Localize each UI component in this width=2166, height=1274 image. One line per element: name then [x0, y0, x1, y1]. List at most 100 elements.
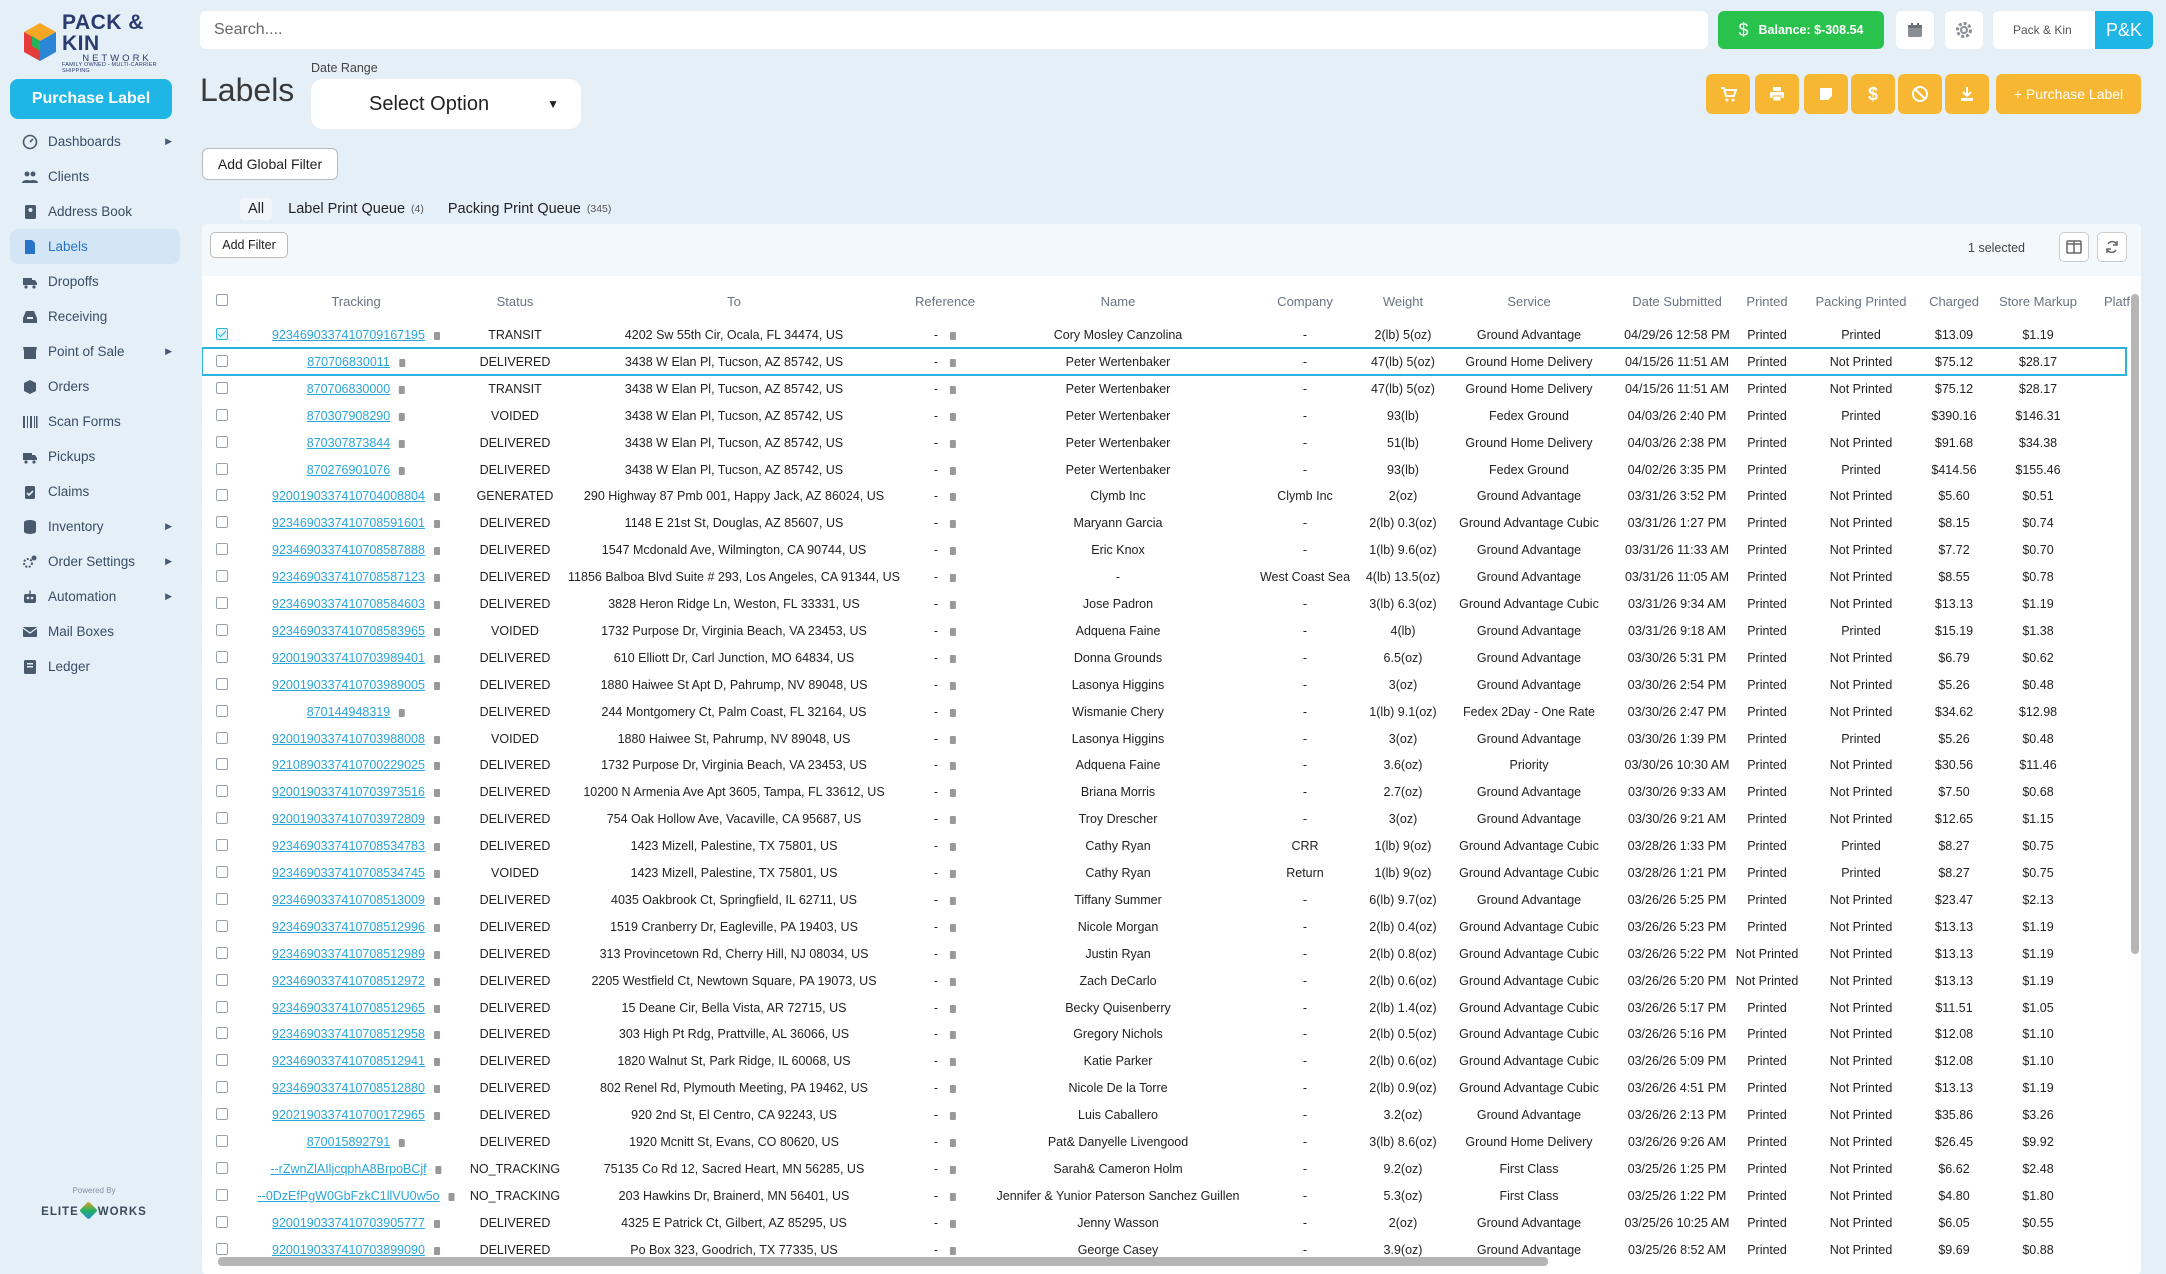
table-row[interactable]: 870015892791 DELIVERED 1920 Mcnitt St, Eva… [202, 1128, 2126, 1155]
copy-icon[interactable] [950, 950, 957, 959]
tracking-link[interactable]: 9234690337410708512989 [272, 947, 425, 961]
column-header[interactable]: Name [1101, 294, 1136, 309]
tracking-link[interactable]: 870144948319 [307, 705, 390, 719]
table-row[interactable]: 9234690337410708584603 DELIVERED 3828 Hero… [202, 590, 2126, 617]
column-header[interactable]: Printed [1746, 294, 1787, 309]
copy-icon[interactable] [950, 332, 957, 340]
copy-icon[interactable] [399, 385, 406, 394]
copy-icon[interactable] [433, 574, 440, 583]
copy-icon[interactable] [950, 762, 957, 771]
row-checkbox[interactable] [216, 973, 228, 986]
balance-button[interactable]: $ Balance: $-308.54 [1718, 11, 1884, 49]
copy-icon[interactable] [950, 547, 957, 556]
columns-button[interactable] [2059, 232, 2089, 262]
row-checkbox[interactable] [216, 570, 228, 583]
row-checkbox[interactable] [216, 623, 228, 636]
copy-icon[interactable] [433, 977, 440, 986]
copy-icon[interactable] [433, 870, 440, 878]
copy-icon[interactable] [433, 520, 440, 529]
table-row[interactable]: 9234690337410708512972 DELIVERED 2205 West… [202, 967, 2126, 994]
row-checkbox[interactable] [216, 1027, 228, 1040]
row-checkbox[interactable] [216, 1135, 228, 1147]
tracking-link[interactable]: 9234690337410708591601 [272, 516, 425, 530]
table-row[interactable]: 870706830011 DELIVERED 3438 W Elan Pl, Tuc… [202, 346, 2127, 376]
row-checkbox[interactable] [216, 1215, 228, 1228]
tracking-link[interactable]: --0DzEfPgW0GbFzkC1llVU0w5o [258, 1189, 440, 1203]
row-checkbox[interactable] [216, 785, 228, 798]
row-checkbox[interactable] [216, 328, 228, 340]
add-global-filter-button[interactable]: Add Global Filter [202, 148, 338, 180]
copy-icon[interactable] [950, 1192, 957, 1201]
vertical-scrollbar-thumb[interactable] [2131, 294, 2139, 954]
table-row[interactable]: 9200190337410703989401 DELIVERED 610 Ellio… [202, 644, 2126, 671]
copy-icon[interactable] [950, 654, 957, 663]
tab-packing-print-queue[interactable]: Packing Print Queue (345) [448, 201, 612, 217]
copy-icon[interactable] [950, 1219, 957, 1228]
tracking-link[interactable]: 9234690337410708587123 [272, 570, 425, 584]
copy-icon[interactable] [433, 896, 440, 905]
table-row[interactable]: 9200190337410703988008 VOIDED 1880 Haiwee … [202, 725, 2126, 752]
row-checkbox[interactable] [216, 516, 228, 529]
select-all-checkbox[interactable] [216, 294, 228, 306]
table-row[interactable]: 870307873844 DELIVERED 3438 W Elan Pl, Tuc… [202, 429, 2126, 456]
copy-icon[interactable] [950, 708, 957, 717]
column-header[interactable]: Reference [915, 294, 975, 309]
table-row[interactable]: 9210890337410700229025 DELIVERED 1732 Purp… [202, 751, 2126, 778]
table-row[interactable]: --rZwnZlAIljcqphA8BrpoBCjf NO_TRACKING 751… [202, 1155, 2126, 1182]
row-checkbox[interactable] [216, 1081, 228, 1094]
copy-icon[interactable] [433, 950, 440, 959]
tracking-link[interactable]: 9202190337410700172965 [272, 1108, 425, 1122]
copy-icon[interactable] [433, 923, 440, 932]
copy-icon[interactable] [950, 574, 957, 583]
tracking-link[interactable]: 870307908290 [307, 409, 390, 423]
print-button[interactable] [1755, 74, 1799, 114]
search-input[interactable]: Search.... [200, 11, 1708, 49]
sidebar-item-ledger[interactable]: Ledger [10, 649, 180, 684]
column-header[interactable]: Status [497, 294, 534, 309]
copy-icon[interactable] [399, 708, 406, 717]
table-row[interactable]: 9200190337410703972809 DELIVERED 754 Oak H… [202, 805, 2126, 832]
sidebar-item-pickups[interactable]: Pickups [10, 439, 180, 474]
sidebar-item-scan-forms[interactable]: Scan Forms [10, 404, 180, 439]
tracking-link[interactable]: 9200190337410703988008 [272, 732, 425, 746]
tracking-link[interactable]: 9200190337410703899090 [272, 1243, 425, 1257]
table-row[interactable]: 9234690337410708534783 DELIVERED 1423 Mize… [202, 832, 2126, 859]
copy-icon[interactable] [433, 654, 440, 663]
tracking-link[interactable]: 9200190337410703905777 [272, 1216, 425, 1230]
tracking-link[interactable]: 9234690337410709167195 [272, 328, 425, 342]
tab-all[interactable]: All [240, 198, 273, 220]
table-row[interactable]: 9200190337410703905777 DELIVERED 4325 E Pa… [202, 1209, 2126, 1236]
calendar-button[interactable] [1896, 11, 1934, 49]
column-header[interactable]: Weight [1383, 294, 1423, 309]
copy-icon[interactable] [433, 1031, 440, 1040]
copy-icon[interactable] [950, 627, 957, 636]
copy-icon[interactable] [950, 412, 957, 421]
tracking-link[interactable]: 9200190337410703989401 [272, 651, 425, 665]
copy-icon[interactable] [433, 762, 440, 771]
row-checkbox[interactable] [216, 1242, 228, 1255]
table-row[interactable]: 9234690337410708512958 DELIVERED 303 High … [202, 1020, 2126, 1047]
copy-icon[interactable] [399, 466, 406, 475]
row-checkbox[interactable] [216, 812, 228, 825]
sidebar-item-receiving[interactable]: Receiving [10, 299, 180, 334]
copy-icon[interactable] [433, 1112, 440, 1121]
row-checkbox[interactable] [216, 543, 228, 556]
table-row[interactable]: 9234690337410708534745 VOIDED 1423 Mizell,… [202, 859, 2126, 886]
copy-icon[interactable] [433, 332, 440, 340]
column-header[interactable]: Tracking [331, 294, 380, 309]
copy-icon[interactable] [950, 466, 957, 475]
add-filter-button[interactable]: Add Filter [210, 232, 288, 258]
purchase-label-button[interactable]: Purchase Label [10, 79, 172, 119]
row-checkbox[interactable] [216, 839, 228, 852]
tracking-link[interactable]: 870276901076 [307, 463, 390, 477]
copy-icon[interactable] [399, 412, 406, 421]
copy-icon[interactable] [950, 439, 957, 448]
tracking-link[interactable]: 870706830011 [307, 355, 390, 369]
copy-icon[interactable] [398, 358, 405, 367]
column-header[interactable]: To [727, 294, 741, 309]
tracking-link[interactable]: 870015892791 [307, 1135, 390, 1149]
table-row[interactable]: 9234690337410708591601 DELIVERED 1148 E 21… [202, 509, 2126, 536]
copy-icon[interactable] [950, 816, 957, 825]
tracking-link[interactable]: 9234690337410708534783 [272, 839, 425, 853]
copy-icon[interactable] [950, 977, 957, 986]
